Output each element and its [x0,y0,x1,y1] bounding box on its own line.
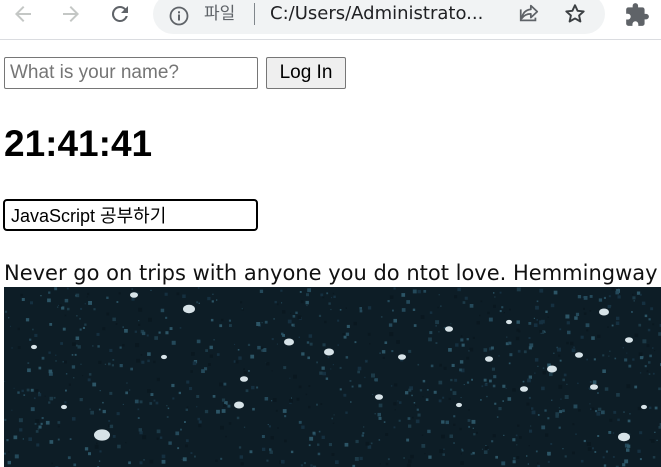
reload-icon[interactable] [106,0,134,28]
arrow-right-icon[interactable] [57,0,85,28]
todo-input[interactable] [3,199,258,231]
clock: 21:41:41 [4,122,152,166]
info-icon[interactable] [169,6,189,31]
share-icon[interactable] [518,2,540,29]
arrow-left-icon[interactable] [9,0,37,28]
login-button[interactable]: Log In [266,57,346,89]
background-image [4,287,661,467]
address-url[interactable]: C:/Users/Administrato... [270,1,530,27]
star-icon[interactable] [563,2,587,31]
puzzle-icon[interactable] [624,2,650,33]
address-bar[interactable]: 파일 C:/Users/Administrato... [153,0,605,34]
chip-divider [254,3,255,25]
site-info-chip[interactable]: 파일 [204,1,235,27]
browser-toolbar: 파일 C:/Users/Administrato... [0,0,661,40]
name-input[interactable] [4,57,258,89]
quote-text: Never go on trips with anyone you do nto… [4,259,658,287]
